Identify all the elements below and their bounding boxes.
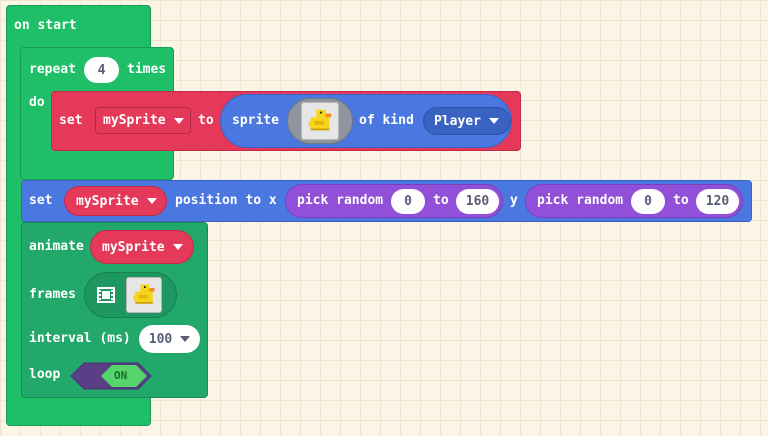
y-label: y [510,193,518,208]
chevron-down-icon [173,117,184,124]
repeat-label: repeat [29,62,76,77]
interval-label: interval (ms) [29,331,131,346]
variable-name: mySprite [102,239,165,255]
loop-toggle[interactable]: ON [70,362,152,390]
chevron-down-icon [146,198,157,204]
chevron-down-icon [172,244,183,250]
sprite-label: sprite [232,113,279,128]
of-kind-label: of kind [359,113,414,128]
variable-dropdown-mysprite[interactable]: mySprite [95,107,191,134]
loop-label: loop [29,367,61,382]
pick-random-label: pick random [297,193,384,208]
interval-value: 100 [148,331,173,347]
random-y-max-input[interactable]: 120 [696,189,739,214]
variable-reporter-mysprite[interactable]: mySprite [64,186,167,216]
frames-field[interactable] [84,272,177,318]
loop-state-label: ON [114,369,128,382]
frames-label: frames [29,287,76,302]
on-start-label: on start [14,18,77,33]
random-to-label: to [433,193,449,208]
to-label: to [198,113,214,128]
film-icon [97,287,115,303]
animate-label: animate [29,239,84,254]
do-label: do [29,95,45,110]
duck-frame-icon [126,277,162,313]
chevron-down-icon [180,336,191,342]
set-label: set [59,113,83,128]
pick-random-label: pick random [537,193,624,208]
position-to-x-label: position to x [175,193,277,208]
sprite-image-field[interactable] [287,98,353,144]
kind-value: Player [434,113,481,129]
random-x-min-input[interactable]: 0 [391,189,425,214]
chevron-down-icon [488,118,499,124]
variable-name: mySprite [76,193,139,209]
kind-dropdown[interactable]: Player [423,107,511,135]
random-x-max-input[interactable]: 160 [456,189,499,214]
variable-name: mySprite [103,113,166,128]
duck-sprite-icon [301,102,339,140]
set-position-label: set [29,193,53,208]
interval-dropdown[interactable]: 100 [139,325,200,353]
random-y-min-input[interactable]: 0 [631,189,665,214]
times-label: times [127,62,167,77]
animate-variable-reporter[interactable]: mySprite [90,230,194,264]
random-to-label: to [673,193,689,208]
repeat-count-input[interactable]: 4 [84,57,119,83]
